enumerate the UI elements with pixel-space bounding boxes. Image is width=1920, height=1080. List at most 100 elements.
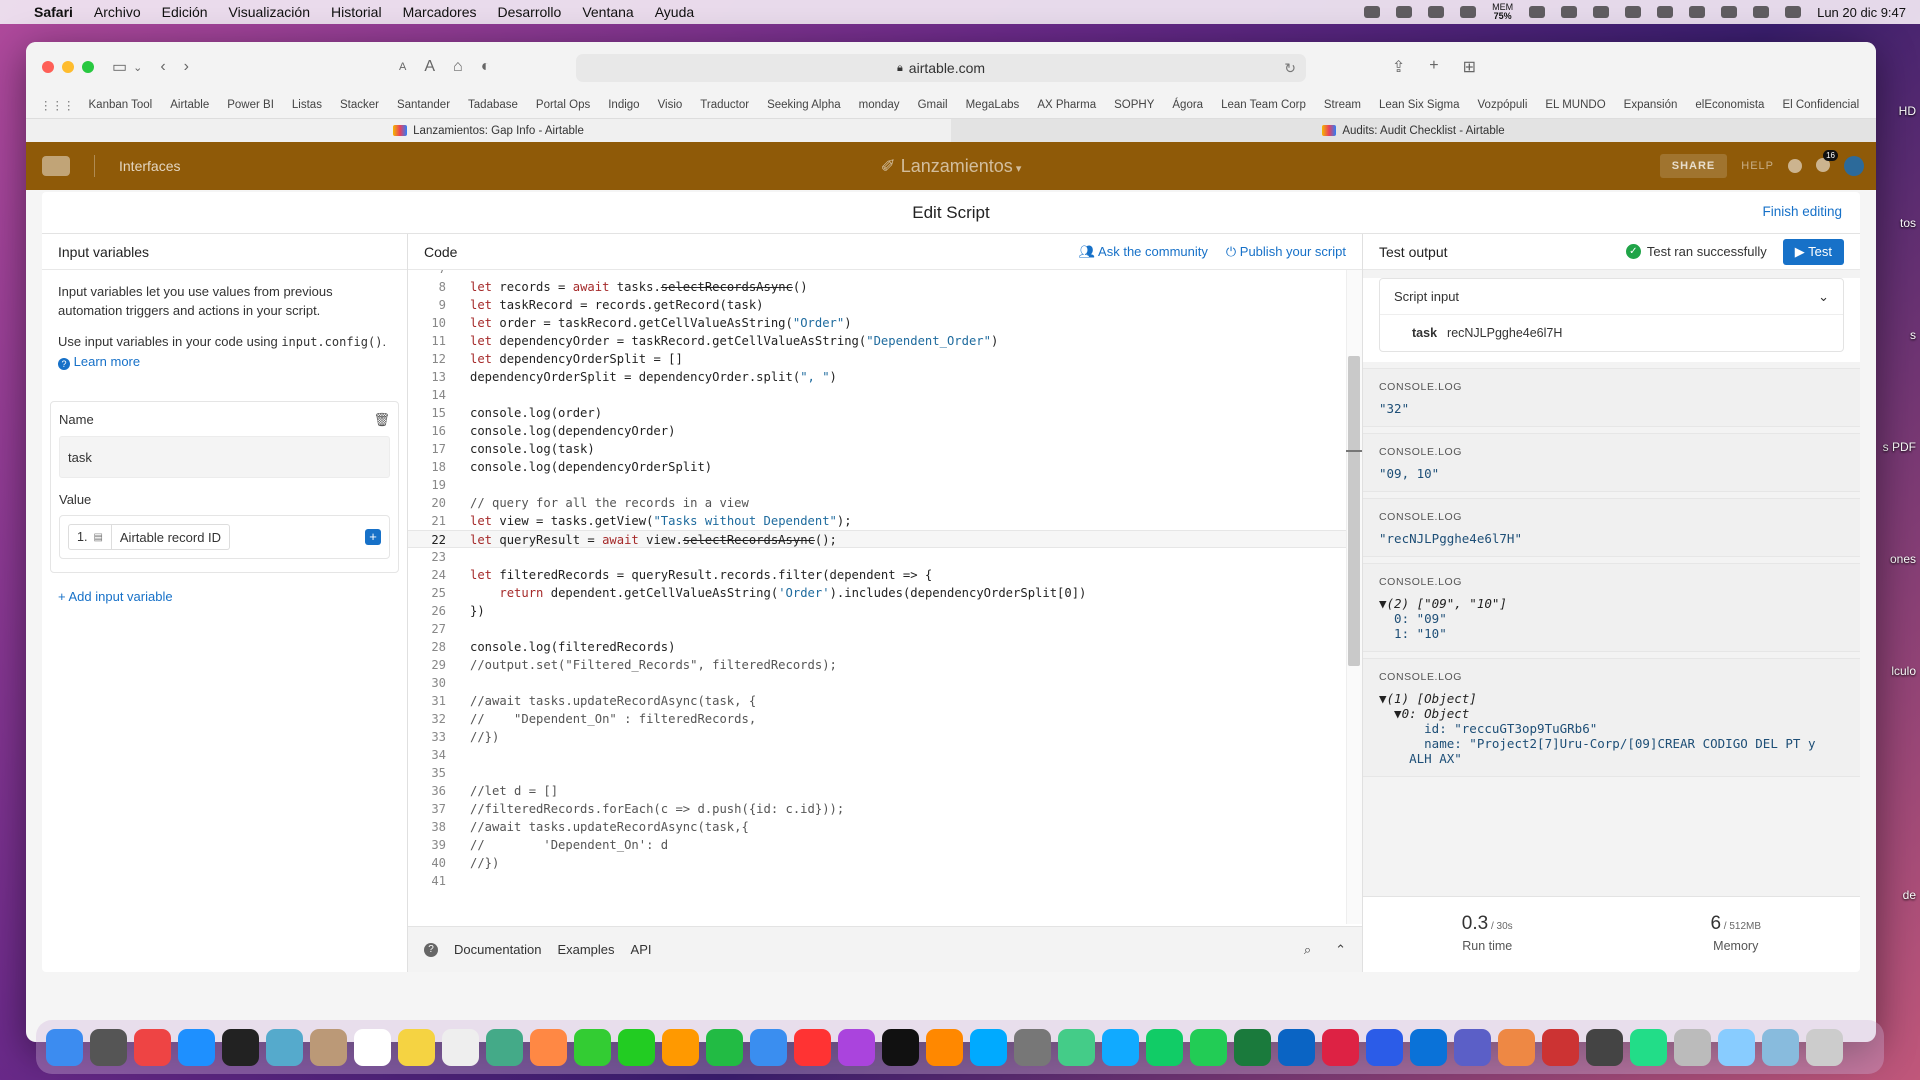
pages-icon[interactable] (662, 1028, 699, 1066)
desktop-label[interactable]: de (1903, 888, 1916, 902)
numbers-icon[interactable] (706, 1028, 743, 1066)
code-line[interactable]: 37 //filteredRecords.forEach(c => d.push(… (408, 800, 1346, 818)
code-line[interactable]: 20 // query for all the records in a view (408, 494, 1346, 512)
learn-more-link[interactable]: Learn more (74, 354, 140, 369)
tv-icon[interactable] (882, 1028, 919, 1066)
word-icon[interactable] (1366, 1028, 1403, 1066)
code-line[interactable]: 25 return dependent.getCellValueAsString… (408, 584, 1346, 602)
bookmark[interactable]: elEconomista (1695, 99, 1764, 111)
bookmark[interactable]: Lean Team Corp (1221, 99, 1306, 111)
code-line[interactable]: 31 //await tasks.updateRecordAsync(task, … (408, 692, 1346, 710)
minimize-window-icon[interactable] (62, 61, 74, 73)
bookmark[interactable]: Ágora (1172, 99, 1203, 111)
new-tab-icon[interactable]: + (1429, 57, 1438, 77)
launchpad-icon[interactable] (90, 1028, 127, 1066)
code-line[interactable]: 32 // "Dependent_On" : filteredRecords, (408, 710, 1346, 728)
mem-indicator[interactable]: MEM 75% (1492, 3, 1513, 21)
reminders-icon[interactable] (442, 1028, 479, 1066)
books-icon[interactable] (926, 1028, 963, 1066)
value-step-token[interactable]: 1. ▤ (68, 524, 112, 550)
code-line[interactable]: 34 (408, 746, 1346, 764)
interfaces-link[interactable]: Interfaces (119, 158, 180, 174)
siri-icon[interactable] (1785, 6, 1802, 18)
contacts-icon[interactable] (310, 1028, 347, 1066)
code-line[interactable]: 36 //let d = [] (408, 782, 1346, 800)
notifications[interactable]: 16 (1816, 149, 1838, 175)
downloads-icon[interactable] (1762, 1028, 1799, 1066)
desktop-label[interactable]: HD (1899, 104, 1916, 118)
code-scrollbar[interactable] (1346, 270, 1362, 924)
script-input-header[interactable]: Script input ⌄ (1380, 279, 1843, 315)
bookmark[interactable]: Gmail (918, 99, 948, 111)
share-icon[interactable]: ⇪ (1392, 57, 1405, 77)
bookmark[interactable]: Portal Ops (536, 99, 590, 111)
code-line[interactable]: 18 console.log(dependencyOrderSplit) (408, 458, 1346, 476)
code-line[interactable]: 27 (408, 620, 1346, 638)
code-line[interactable]: 39 // 'Dependent_On': d (408, 836, 1346, 854)
bookmark[interactable]: Visio (658, 99, 683, 111)
code-line[interactable]: 11 let dependencyOrder = taskRecord.getCe… (408, 332, 1346, 350)
system-preferences-icon[interactable] (1014, 1028, 1051, 1066)
skype-icon[interactable] (1102, 1028, 1139, 1066)
battery-icon[interactable] (1625, 6, 1642, 18)
insert-value-icon[interactable]: + (365, 529, 381, 545)
folder-icon[interactable] (1718, 1028, 1755, 1066)
podcasts-icon[interactable] (838, 1028, 875, 1066)
messages-icon[interactable] (574, 1028, 611, 1066)
code-line[interactable]: 15 console.log(order) (408, 404, 1346, 422)
grid-icon[interactable]: ⋮⋮⋮ (40, 98, 75, 112)
code-line[interactable]: 16 console.log(dependencyOrder) (408, 422, 1346, 440)
code-line[interactable]: 26}) (408, 602, 1346, 620)
bookmark[interactable]: Indigo (608, 99, 639, 111)
clock-icon[interactable] (1689, 6, 1706, 18)
desktop-label[interactable]: tos (1900, 216, 1916, 230)
photos-icon[interactable] (530, 1028, 567, 1066)
datetime[interactable]: Lun 20 dic 9:47 (1817, 5, 1906, 20)
variable-value-field[interactable]: 1. ▤ Airtable record ID + (59, 515, 390, 559)
help-link[interactable]: HELP (1741, 160, 1774, 172)
search-icon[interactable]: ⌕ (1304, 942, 1311, 958)
code-line[interactable]: 40 //}) (408, 854, 1346, 872)
desktop-label[interactable]: s (1910, 328, 1916, 342)
documentation-tab[interactable]: Documentation (454, 942, 541, 957)
value-type-token[interactable]: Airtable record ID (111, 524, 231, 550)
notes-icon[interactable] (398, 1028, 435, 1066)
bookmark[interactable]: Seeking Alpha (767, 99, 841, 111)
console-log-value[interactable]: ▼(2) ["09", "10"] 0: "09" 1: "10" (1379, 596, 1844, 641)
menu-safari[interactable]: Safari (34, 4, 73, 20)
app-store-icon[interactable] (970, 1028, 1007, 1066)
facetime-icon[interactable] (618, 1028, 655, 1066)
publish-script-link[interactable]: ⏻ Publish your script (1226, 244, 1346, 260)
office-icon[interactable] (1498, 1028, 1535, 1066)
chrome-icon[interactable] (1058, 1028, 1095, 1066)
forward-icon[interactable]: › (184, 58, 189, 76)
quicktime-icon[interactable] (1586, 1028, 1623, 1066)
wifi-icon[interactable] (1657, 6, 1674, 18)
tab-overview-icon[interactable]: ⊞ (1463, 57, 1476, 77)
remote-icon[interactable] (1542, 1028, 1579, 1066)
spotify-icon[interactable] (1146, 1028, 1183, 1066)
bookmark[interactable]: Listas (292, 99, 322, 111)
bookmark[interactable]: SOPHY (1114, 99, 1154, 111)
powerpoint-icon[interactable] (1322, 1028, 1359, 1066)
code-line[interactable]: 19 (408, 476, 1346, 494)
whatsapp-icon[interactable] (1190, 1028, 1227, 1066)
control-center-icon[interactable] (1753, 6, 1770, 18)
apps-icon[interactable] (134, 1028, 171, 1066)
bookmark[interactable]: Airtable (170, 99, 209, 111)
tab-lanzamientos[interactable]: Lanzamientos: Gap Info - Airtable (26, 119, 951, 142)
maps-icon[interactable] (486, 1028, 523, 1066)
code-line[interactable]: 28 console.log(filteredRecords) (408, 638, 1346, 656)
help-icon[interactable]: ? (58, 358, 70, 370)
sync-icon[interactable] (1428, 6, 1445, 18)
bookmark[interactable]: Lean Six Sigma (1379, 99, 1460, 111)
code-editor[interactable]: 7 8 let records = await tasks.selectRecord… (408, 270, 1346, 924)
code-line[interactable]: 23 (408, 548, 1346, 566)
desktop-label[interactable]: ones (1890, 552, 1916, 566)
preview-icon[interactable] (1674, 1028, 1711, 1066)
bookmark[interactable]: Kanban Tool (89, 99, 153, 111)
bookmark[interactable]: Expansión (1624, 99, 1678, 111)
bookmark[interactable]: Traductor (700, 99, 749, 111)
desktop-label[interactable]: s PDF (1883, 440, 1916, 454)
help-icon[interactable]: ? (424, 942, 438, 957)
